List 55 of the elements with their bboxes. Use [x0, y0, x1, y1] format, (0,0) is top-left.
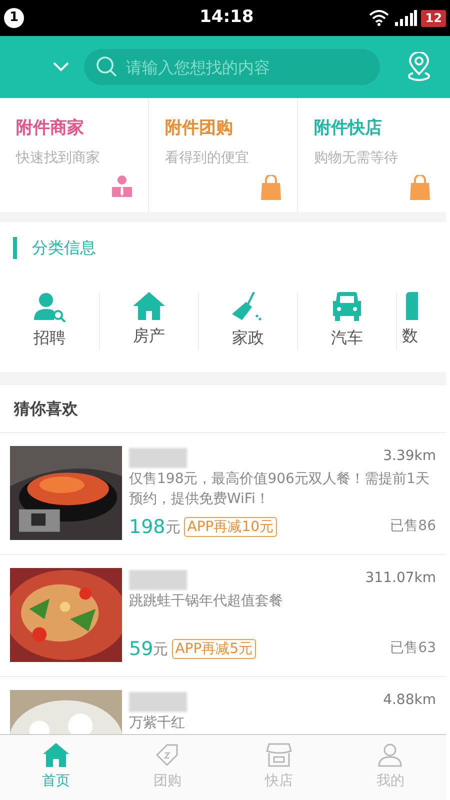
redacted-name	[129, 570, 187, 590]
shortcut-title: 附件商家	[16, 117, 85, 140]
signal-icon	[395, 10, 418, 26]
category-item[interactable]: 数	[396, 292, 418, 350]
device-icon	[406, 292, 418, 320]
shopping-bag-icon	[261, 174, 281, 200]
promo-tag: APP再减10元	[184, 516, 277, 537]
store-icon	[266, 743, 292, 767]
car-icon	[333, 292, 361, 322]
home-icon	[42, 743, 69, 767]
tag-icon	[155, 743, 180, 767]
shortcut-subtitle: 看得到的便宜	[165, 148, 250, 168]
person-search-icon	[34, 292, 66, 322]
deal-item[interactable]: 311.07km 跳跳蛙干锅年代超值套餐 59元 APP再减5元 已售63	[0, 555, 446, 677]
deal-description: 仅售198元，最高价值906元双人餐！需提前1天预约，提供免费WiFi！	[129, 470, 430, 509]
section-title: 分类信息	[32, 237, 96, 259]
user-icon	[378, 743, 402, 767]
shortcut-subtitle: 购物无需等待	[314, 148, 399, 168]
person-icon	[112, 174, 132, 196]
tab-button[interactable]: 首页	[0, 735, 112, 800]
clock: 14:18	[198, 6, 254, 30]
location-icon[interactable]	[406, 52, 432, 82]
shopping-bag-icon	[410, 174, 430, 200]
shortcut-card[interactable]: 附件快店 购物无需等待	[298, 98, 446, 212]
sold-count: 已售63	[390, 639, 436, 658]
section-title: 猜你喜欢	[14, 398, 78, 420]
search-field[interactable]: 请输入您想找的内容	[84, 49, 380, 85]
wifi-icon	[369, 10, 390, 26]
deal-item[interactable]: 3.39km 仅售198元，最高价值906元双人餐！需提前1天预约，提供免费WiFi！ 198元 APP再减10元 已售86	[0, 433, 446, 555]
deal-distance: 311.07km	[365, 569, 436, 588]
shortcut-title: 附件团购	[165, 117, 234, 140]
shortcut-subtitle: 快速找到商家	[16, 148, 101, 168]
category-item[interactable]: 招聘	[0, 292, 99, 350]
broom-icon	[232, 292, 264, 322]
category-item[interactable]: 房产	[99, 292, 198, 350]
deal-description: 跳跳蛙干锅年代超值套餐	[129, 592, 284, 611]
deal-description: 万紫千红	[129, 714, 186, 733]
redacted-name	[129, 692, 187, 712]
category-item[interactable]: 家政	[198, 292, 297, 350]
category-item[interactable]: 汽车	[297, 292, 396, 350]
section-marker	[13, 237, 17, 259]
price-unit: 元	[153, 638, 168, 660]
promo-tag: APP再减5元	[172, 638, 256, 659]
notification-count: 1	[4, 8, 24, 28]
deal-price: 59	[129, 636, 154, 662]
sold-count: 已售86	[390, 517, 436, 536]
redacted-name	[129, 448, 187, 468]
dropdown-icon[interactable]	[52, 62, 70, 72]
deal-distance: 3.39km	[383, 447, 436, 466]
deal-price: 198	[129, 514, 166, 540]
shortcut-title: 附件快店	[314, 117, 383, 140]
house-icon	[133, 292, 165, 320]
deal-distance: 4.88km	[383, 691, 436, 710]
battery-level: 12	[421, 10, 446, 26]
price-unit: 元	[165, 516, 180, 538]
